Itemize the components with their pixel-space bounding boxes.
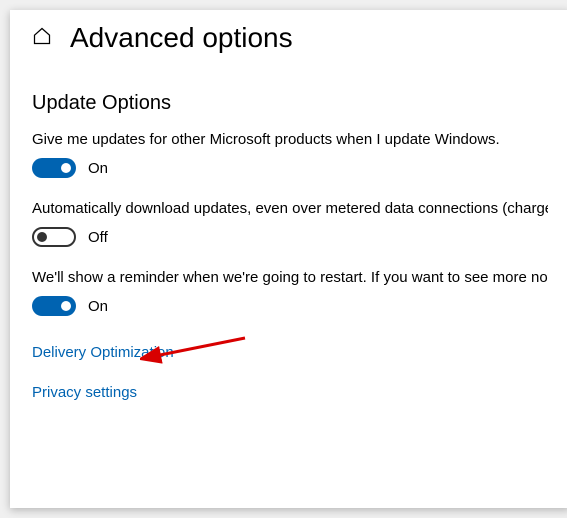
setting-description: Give me updates for other Microsoft prod… <box>32 131 548 148</box>
toggle-state-label: On <box>88 160 108 177</box>
setting-description: Automatically download updates, even ove… <box>32 200 548 217</box>
toggle-knob <box>37 232 47 242</box>
setting-description: We'll show a reminder when we're going t… <box>32 269 548 286</box>
section-heading: Update Options <box>10 72 567 131</box>
link-privacy-settings[interactable]: Privacy settings <box>32 384 137 401</box>
toggle-metered-download[interactable] <box>32 227 76 247</box>
toggle-microsoft-updates[interactable] <box>32 158 76 178</box>
settings-panel: Advanced options Update Options Give me … <box>10 10 567 508</box>
toggle-row: Off <box>32 227 548 247</box>
link-row: Privacy settings <box>10 378 567 418</box>
header: Advanced options <box>10 22 567 72</box>
page-title: Advanced options <box>70 22 293 54</box>
toggle-row: On <box>32 158 548 178</box>
toggle-restart-reminder[interactable] <box>32 296 76 316</box>
toggle-knob <box>61 163 71 173</box>
setting-metered-download: Automatically download updates, even ove… <box>10 200 567 269</box>
setting-microsoft-updates: Give me updates for other Microsoft prod… <box>10 131 567 200</box>
home-icon[interactable] <box>32 26 52 51</box>
setting-restart-reminder: We'll show a reminder when we're going t… <box>10 269 567 338</box>
toggle-state-label: Off <box>88 229 108 246</box>
toggle-row: On <box>32 296 548 316</box>
link-delivery-optimization[interactable]: Delivery Optimization <box>32 344 174 361</box>
toggle-knob <box>61 301 71 311</box>
toggle-state-label: On <box>88 298 108 315</box>
link-row: Delivery Optimization <box>10 338 567 378</box>
